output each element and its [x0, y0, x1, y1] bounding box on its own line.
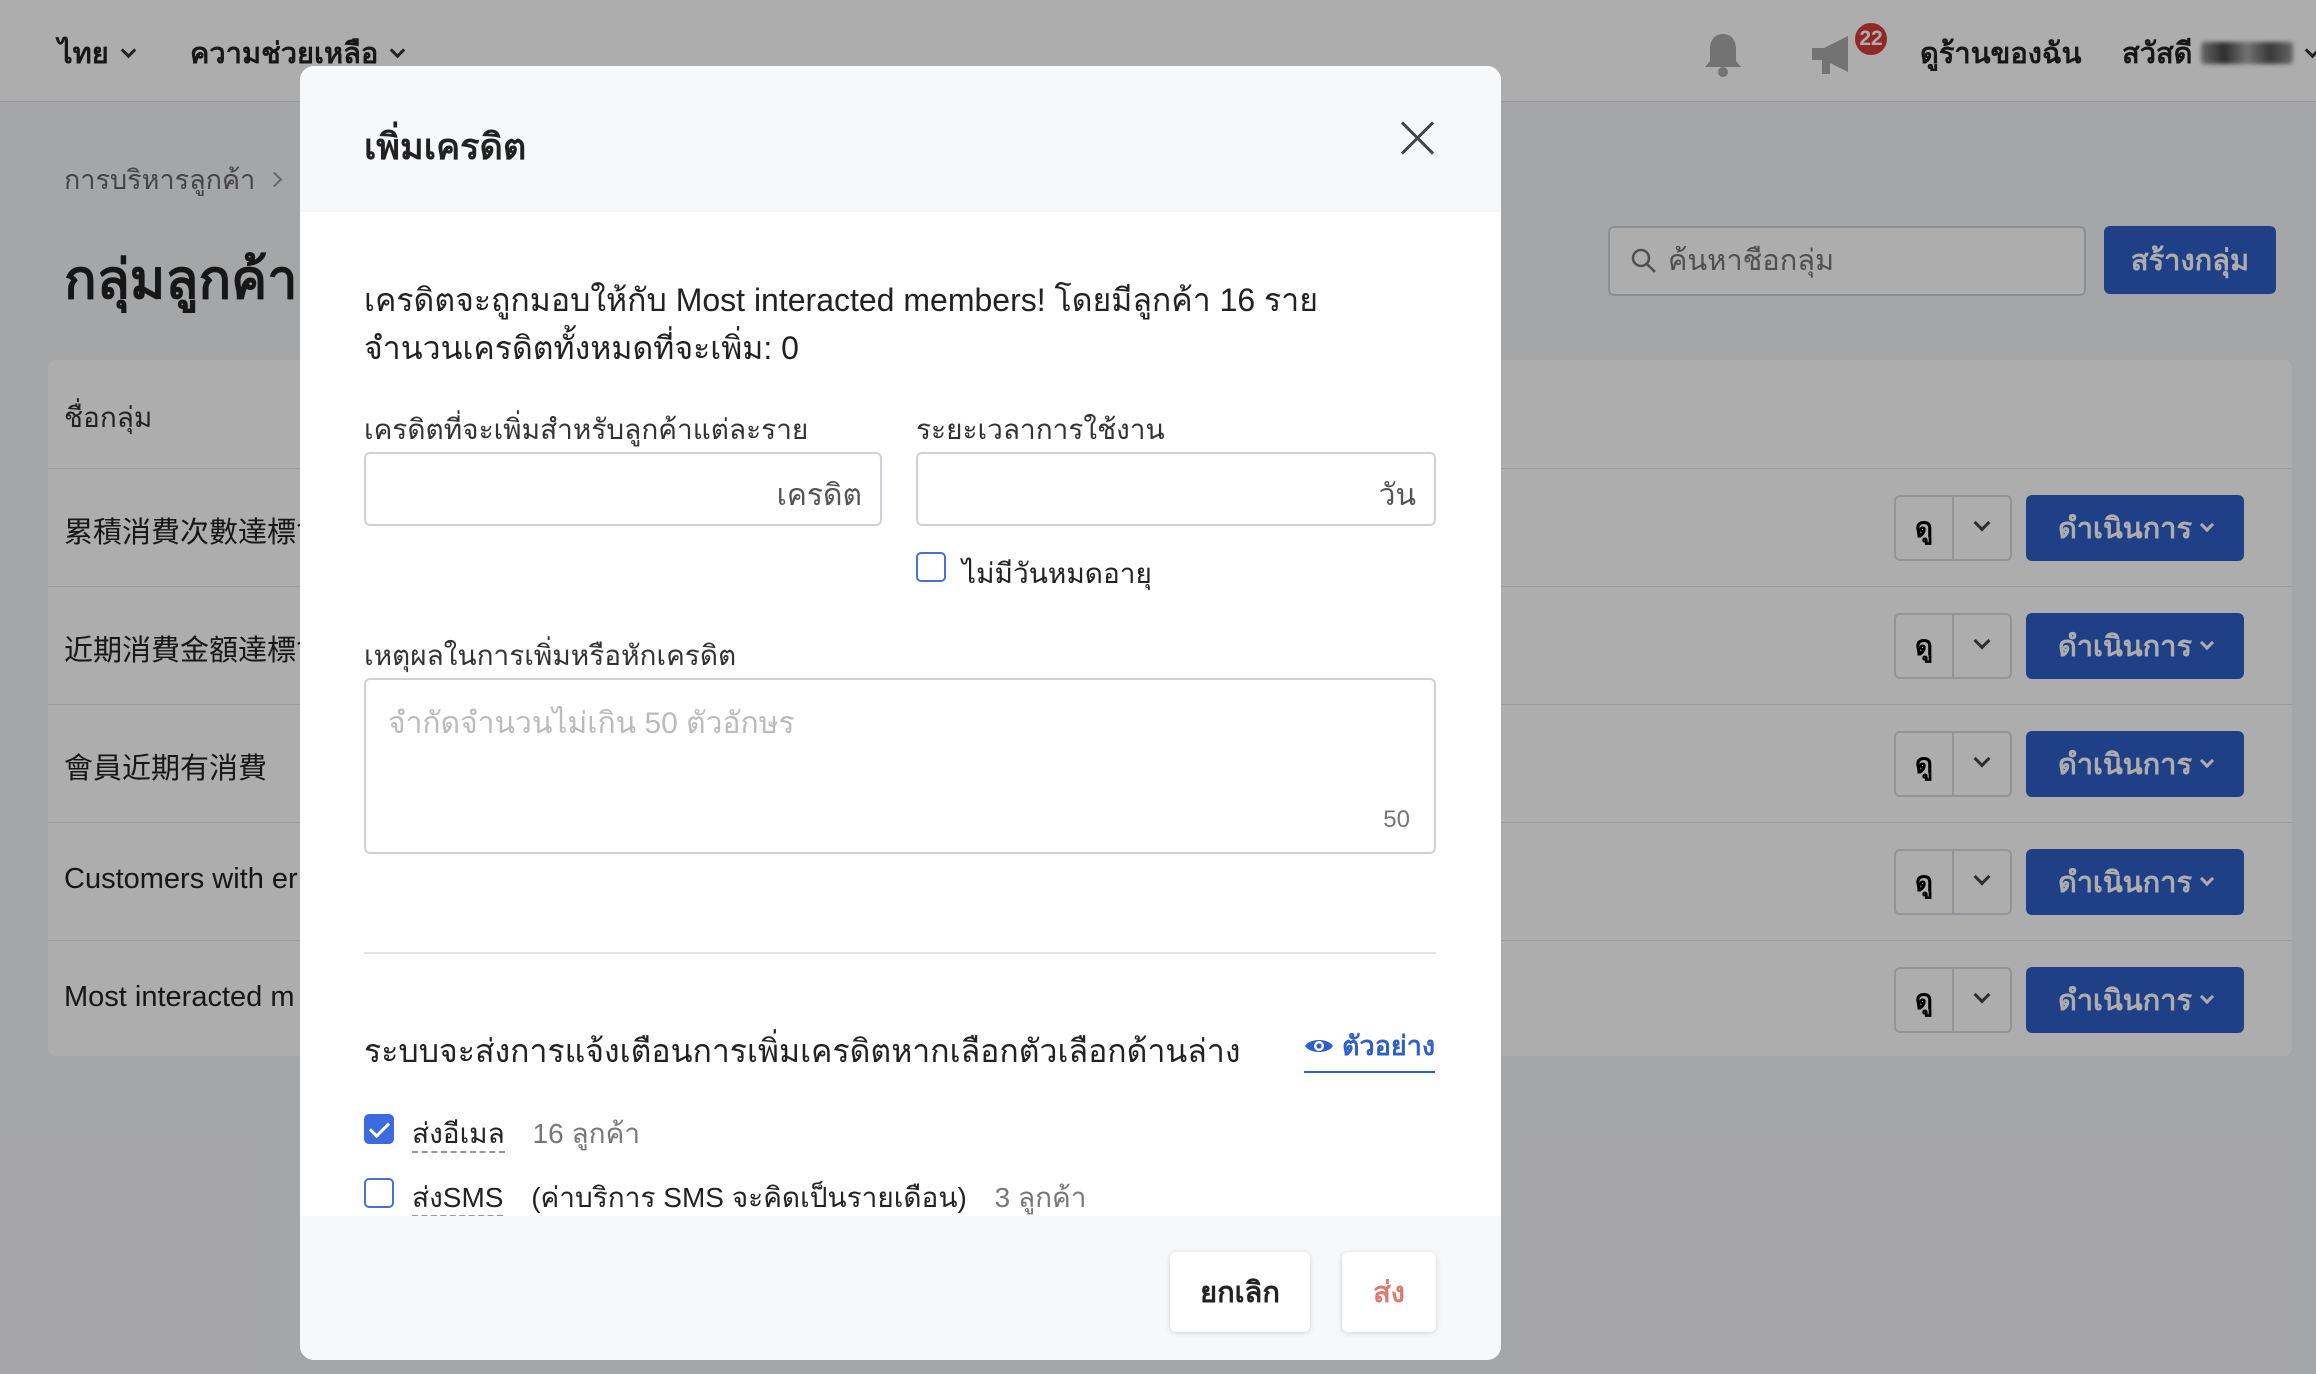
- close-icon[interactable]: [1396, 116, 1440, 160]
- credit-amount-field[interactable]: เครดิต: [364, 452, 882, 526]
- credit-unit: เครดิต: [776, 479, 862, 512]
- divider: [364, 952, 1436, 954]
- credit-info-total: จำนวนเครดิตทั้งหมดที่จะเพิ่ม: 0: [364, 330, 799, 366]
- preview-label: ตัวอย่าง: [1342, 1031, 1436, 1061]
- send-sms-label: ส่งSMS: [412, 1182, 504, 1217]
- credit-amount-label: เครดิตที่จะเพิ่มสำหรับลูกค้าแต่ละราย: [364, 414, 809, 445]
- credit-info: เครดิตจะถูกมอบให้กับ Most interacted mem…: [364, 276, 1318, 372]
- modal-title: เพิ่มเครดิต: [364, 126, 527, 167]
- send-email-checkbox[interactable]: [364, 1114, 394, 1144]
- duration-input[interactable]: [934, 466, 1244, 514]
- email-recipient-count: 16 ลูกค้า: [532, 1118, 641, 1149]
- no-expiry-label: ไม่มีวันหมดอายุ: [962, 558, 1152, 589]
- sms-fee-note: (ค่าบริการ SMS จะคิดเป็นรายเดือน): [531, 1182, 967, 1213]
- modal-header: เพิ่มเครดิต: [300, 66, 1501, 212]
- reason-char-counter: 50: [1383, 806, 1410, 833]
- notification-label: ระบบจะส่งการแจ้งเตือนการเพิ่มเครดิตหากเล…: [364, 1033, 1241, 1069]
- send-button[interactable]: ส่ง: [1342, 1252, 1436, 1332]
- send-email-label: ส่งอีเมล: [412, 1118, 505, 1153]
- send-sms-option: ส่งSMS (ค่าบริการ SMS จะคิดเป็นรายเดือน)…: [412, 1176, 1087, 1220]
- duration-unit: วัน: [1378, 479, 1416, 512]
- modal-footer: ยกเลิก ส่ง: [300, 1216, 1501, 1360]
- preview-link[interactable]: ตัวอย่าง: [1304, 1024, 1436, 1073]
- send-sms-checkbox[interactable]: [364, 1178, 394, 1208]
- reason-label: เหตุผลในการเพิ่มหรือหักเครดิต: [364, 640, 737, 671]
- send-email-option: ส่งอีเมล 16 ลูกค้า: [412, 1112, 640, 1156]
- duration-label: ระยะเวลาการใช้งาน: [916, 414, 1165, 445]
- duration-field[interactable]: วัน: [916, 452, 1436, 526]
- reason-input[interactable]: [388, 700, 1388, 810]
- sms-recipient-count: 3 ลูกค้า: [994, 1182, 1087, 1213]
- cancel-button[interactable]: ยกเลิก: [1170, 1252, 1310, 1332]
- credit-info-recipients: เครดิตจะถูกมอบให้กับ Most interacted mem…: [364, 282, 1318, 318]
- eye-icon: [1305, 1039, 1333, 1052]
- reason-field[interactable]: 50: [364, 678, 1436, 854]
- credit-amount-input[interactable]: [382, 466, 691, 514]
- no-expiry-checkbox[interactable]: [916, 552, 946, 582]
- add-credit-modal: เพิ่มเครดิต เครดิตจะถูกมอบให้กับ Most in…: [300, 66, 1501, 1360]
